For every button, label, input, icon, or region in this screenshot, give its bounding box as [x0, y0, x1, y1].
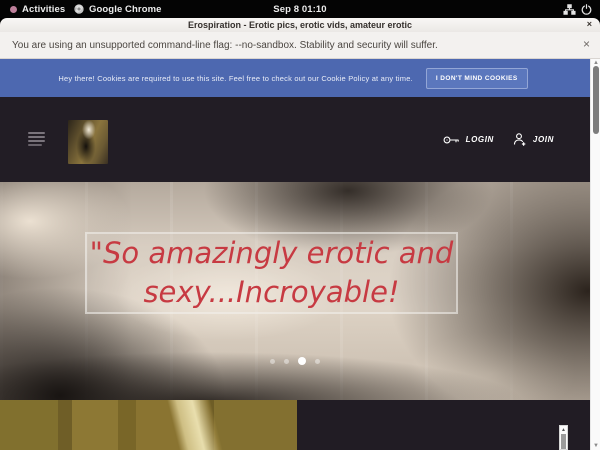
- mini-scroll-thumb[interactable]: [561, 434, 566, 449]
- power-icon: [581, 4, 592, 15]
- header-nav: LOGIN JOIN: [443, 97, 554, 182]
- join-label: JOIN: [533, 135, 554, 144]
- infobar-message: You are using an unsupported command-lin…: [12, 40, 438, 51]
- main-scrollbar[interactable]: ▲ ▼: [590, 59, 600, 450]
- cookie-banner: Hey there! Cookies are required to use t…: [0, 59, 600, 97]
- scrollbar-down-icon[interactable]: ▼: [591, 443, 600, 449]
- window-close-button[interactable]: ×: [587, 19, 592, 29]
- page-viewport: Hey there! Cookies are required to use t…: [0, 59, 600, 450]
- window-title: Erospiration - Erotic pics, erotic vids,…: [188, 20, 412, 30]
- mini-scroll-up-icon[interactable]: ▲: [560, 426, 567, 433]
- system-tray[interactable]: [563, 0, 592, 18]
- menu-hamburger-icon[interactable]: [28, 132, 45, 146]
- scrollbar-thumb[interactable]: [593, 66, 599, 134]
- cookie-accept-button[interactable]: I DON'T MIND COOKIES: [426, 68, 528, 89]
- embedded-widget-scrollbar[interactable]: ▲: [559, 425, 568, 450]
- login-button[interactable]: LOGIN: [443, 135, 494, 145]
- quote-line-2: sexy...Incroyable!: [143, 273, 399, 312]
- browser-title-bar[interactable]: Erospiration - Erotic pics, erotic vids,…: [0, 18, 600, 32]
- network-icon: [563, 4, 576, 15]
- content-thumbnail-image[interactable]: [0, 400, 297, 450]
- chrome-infobar: You are using an unsupported command-lin…: [0, 32, 600, 59]
- carousel-dot-2[interactable]: [284, 359, 289, 364]
- login-label: LOGIN: [466, 135, 494, 144]
- person-plus-icon: [513, 133, 527, 146]
- infobar-close-button[interactable]: ×: [583, 37, 590, 51]
- carousel-dots: [0, 354, 590, 368]
- testimonial-quote-box: "So amazingly erotic and sexy...Incroyab…: [85, 232, 458, 314]
- clock-label: Sep 8 01:10: [273, 4, 326, 15]
- key-icon: [443, 135, 460, 145]
- join-button[interactable]: JOIN: [513, 133, 554, 146]
- carousel-dot-1[interactable]: [270, 359, 275, 364]
- clock-menu[interactable]: Sep 8 01:10: [0, 0, 600, 18]
- cookie-message: Hey there! Cookies are required to use t…: [58, 74, 413, 83]
- quote-line-1: "So amazingly erotic and: [90, 234, 454, 273]
- gnome-top-bar: Activities Google Chrome Sep 8 01:10: [0, 0, 600, 18]
- desktop-screen: Activities Google Chrome Sep 8 01:10: [0, 0, 600, 450]
- site-logo[interactable]: [68, 120, 108, 164]
- carousel-dot-4[interactable]: [315, 359, 320, 364]
- site-header: LOGIN JOIN: [0, 97, 600, 182]
- hero-carousel-image: "So amazingly erotic and sexy...Incroyab…: [0, 182, 600, 400]
- carousel-dot-3[interactable]: [298, 357, 306, 365]
